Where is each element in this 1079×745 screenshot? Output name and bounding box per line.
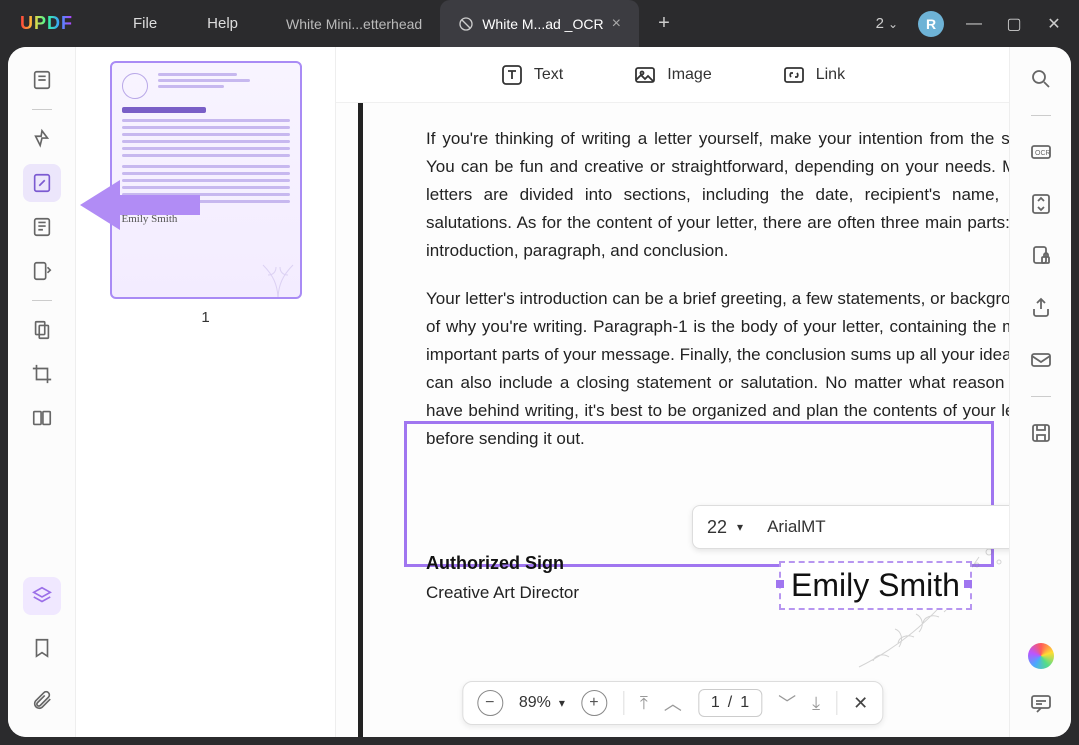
zoom-value: 89% <box>519 694 551 712</box>
page-current: 1 <box>711 694 720 712</box>
menu-file[interactable]: File <box>133 15 157 32</box>
close-search-button[interactable]: ✕ <box>853 693 868 714</box>
layers-button[interactable] <box>23 577 61 615</box>
document-view[interactable]: If you're thinking of writing a letter y… <box>336 103 1009 737</box>
selection-handle[interactable] <box>964 580 972 588</box>
tab-label: White Mini...etterhead <box>286 16 422 32</box>
right-sidebar: OCR <box>1009 47 1071 737</box>
page-indicator[interactable]: 1 / 1 <box>698 689 762 717</box>
selected-text-box[interactable]: Emily Smith <box>779 561 972 610</box>
font-family-selector[interactable]: ArialMT ▾ <box>757 517 1009 537</box>
tab-count[interactable]: 2 ⌄ <box>876 15 898 32</box>
text-tool[interactable]: Text <box>500 63 563 87</box>
link-icon <box>782 63 806 87</box>
comment-panel-button[interactable] <box>1025 687 1057 719</box>
content-area: Text Image Link If you're thinking of wr… <box>336 47 1009 737</box>
font-name-value: ArialMT <box>767 517 826 537</box>
titlebar-right: 2 ⌄ R — ▢ ✕ <box>876 11 1079 37</box>
edit-toolbar-top: Text Image Link <box>336 47 1009 103</box>
divider <box>32 109 52 110</box>
flower-icon <box>248 245 302 299</box>
svg-text:OCR: OCR <box>1035 150 1051 157</box>
crop-tool[interactable] <box>23 355 61 393</box>
zoom-out-button[interactable]: − <box>477 690 503 716</box>
page-text: If you're thinking of writing a letter y… <box>426 125 1009 474</box>
divider <box>623 691 624 715</box>
selection-handle[interactable] <box>776 580 784 588</box>
text-format-toolbar: 22 ▾ ArialMT ▾ B I <box>692 505 1009 549</box>
chevron-down-icon: ▾ <box>737 520 743 534</box>
ai-assistant-button[interactable] <box>1028 643 1054 669</box>
minimize-button[interactable]: — <box>964 15 984 33</box>
tab-active[interactable]: White M...ad _OCR × <box>440 0 639 47</box>
authorized-sign-label[interactable]: Authorized Sign <box>426 553 564 574</box>
close-icon[interactable]: × <box>612 15 621 33</box>
tab-strip: White Mini...etterhead White M...ad _OCR… <box>268 0 679 47</box>
page-sep: / <box>728 694 732 712</box>
last-page-button[interactable]: ⤓ <box>812 693 820 714</box>
bookmark-button[interactable] <box>23 629 61 667</box>
organize-tool[interactable] <box>23 208 61 246</box>
app-logo: UPDF <box>20 13 73 34</box>
font-size-selector[interactable]: 22 ▾ <box>707 517 743 538</box>
thumbnail-page-number: 1 <box>201 309 209 326</box>
first-page-button[interactable]: ⤒ <box>640 693 648 714</box>
text-icon <box>500 63 524 87</box>
page-tool[interactable] <box>23 311 61 349</box>
page: If you're thinking of writing a letter y… <box>336 103 1009 737</box>
text-tool-label: Text <box>534 66 563 84</box>
page-margin-line <box>358 103 363 737</box>
maximize-button[interactable]: ▢ <box>1004 14 1024 34</box>
titlebar: UPDF File Help White Mini...etterhead Wh… <box>0 0 1079 47</box>
annotation-arrow <box>80 180 200 230</box>
font-size-value: 22 <box>707 517 727 538</box>
attachment-button[interactable] <box>23 681 61 719</box>
thumb-logo-icon <box>122 73 148 99</box>
tab-count-number: 2 <box>876 15 884 32</box>
tab-label: White M...ad _OCR <box>482 16 603 32</box>
divider <box>32 300 52 301</box>
avatar[interactable]: R <box>918 11 944 37</box>
bottom-toolbar: − 89% ▾ + ⤒ ︿ 1 / 1 ﹀ ⤓ ✕ <box>462 681 883 725</box>
close-button[interactable]: ✕ <box>1044 14 1064 34</box>
left-sidebar-bottom <box>23 577 61 719</box>
divider <box>1031 396 1051 397</box>
image-tool-label: Image <box>667 66 711 84</box>
edit-disabled-icon <box>458 16 474 32</box>
search-button[interactable] <box>1025 63 1057 95</box>
prev-page-button[interactable]: ︿ <box>664 690 682 716</box>
image-tool[interactable]: Image <box>633 63 711 87</box>
link-tool-label: Link <box>816 66 845 84</box>
zoom-in-button[interactable]: + <box>581 690 607 716</box>
image-icon <box>633 63 657 87</box>
divider <box>1031 115 1051 116</box>
left-sidebar <box>8 47 76 737</box>
paragraph-1[interactable]: If you're thinking of writing a letter y… <box>426 125 1009 265</box>
divider <box>836 691 837 715</box>
new-tab-button[interactable]: + <box>649 9 679 39</box>
ocr-button[interactable]: OCR <box>1025 136 1057 168</box>
tab-inactive[interactable]: White Mini...etterhead <box>268 0 440 47</box>
role-label[interactable]: Creative Art Director <box>426 583 579 603</box>
link-tool[interactable]: Link <box>782 63 845 87</box>
protect-button[interactable] <box>1025 240 1057 272</box>
chevron-down-icon: ⌄ <box>888 17 898 31</box>
edit-tool[interactable] <box>23 164 61 202</box>
compare-tool[interactable] <box>23 399 61 437</box>
zoom-selector[interactable]: 89% ▾ <box>519 694 565 712</box>
email-button[interactable] <box>1025 344 1057 376</box>
main-panel: Emily Smith 1 Text Image Link <box>8 47 1071 737</box>
next-page-button[interactable]: ﹀ <box>778 690 796 716</box>
reader-tool[interactable] <box>23 61 61 99</box>
menu-help[interactable]: Help <box>207 15 238 32</box>
comment-tool[interactable] <box>23 120 61 158</box>
save-button[interactable] <box>1025 417 1057 449</box>
main-menu: File Help <box>133 15 238 32</box>
convert-button[interactable] <box>1025 188 1057 220</box>
share-button[interactable] <box>1025 292 1057 324</box>
page-total: 1 <box>740 694 749 712</box>
chevron-down-icon: ▾ <box>559 696 565 710</box>
fill-sign-tool[interactable] <box>23 252 61 290</box>
thumbnail-panel: Emily Smith 1 <box>76 47 336 737</box>
